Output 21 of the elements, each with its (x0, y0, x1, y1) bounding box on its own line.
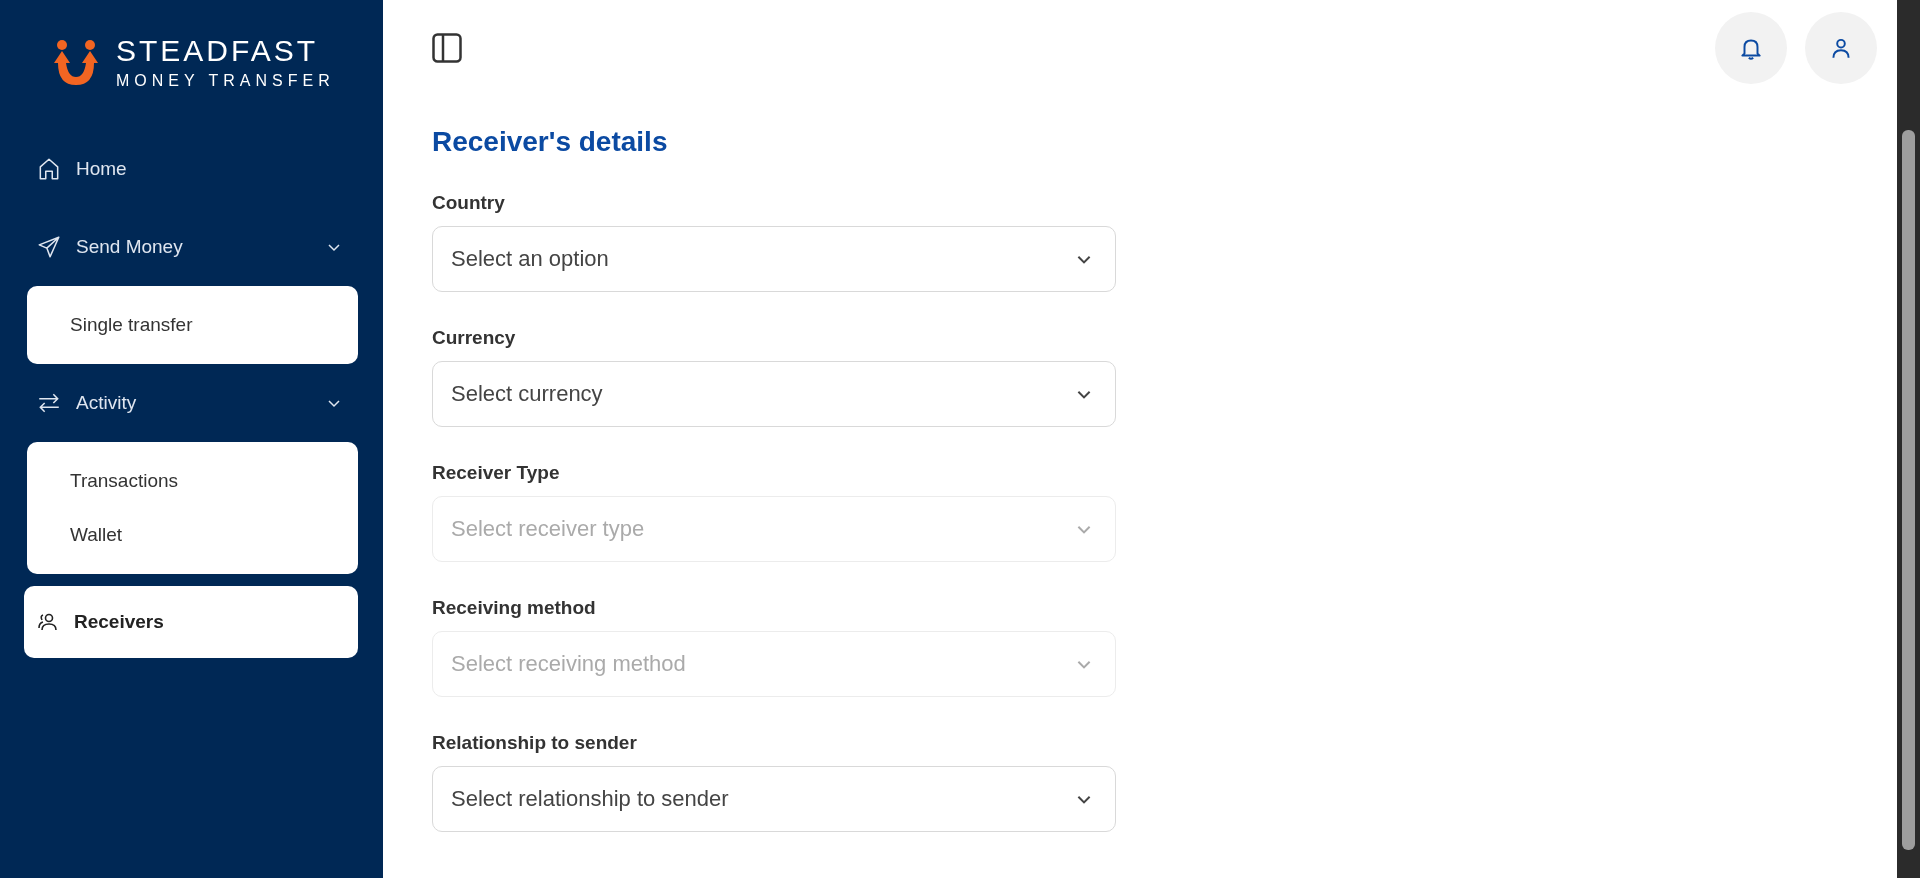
field-label: Country (432, 192, 506, 214)
field-label: Currency (432, 327, 517, 349)
form-title: Receiver's details (432, 126, 669, 158)
brand-name: STEADFAST (116, 35, 320, 67)
nav-item[interactable]: Home (24, 130, 358, 208)
sidebar-toggle-icon[interactable] (432, 33, 462, 63)
nav-item[interactable]: Receivers (24, 586, 358, 658)
submenu-item[interactable]: Transactions (27, 454, 358, 508)
select-field[interactable]: Select relationship to sender (432, 766, 1116, 832)
select-field[interactable]: Select an option (432, 226, 1116, 292)
field-label: Receiver Type (432, 462, 561, 484)
field-label: Receiving method (432, 597, 597, 619)
nav-item[interactable]: Send Money (24, 208, 358, 286)
brand-tagline: MONEY TRANSFER (116, 71, 335, 91)
select-field[interactable]: Select currency (432, 361, 1116, 427)
scrollbar[interactable] (1897, 0, 1920, 878)
field-label: Relationship to sender (432, 732, 638, 754)
submenu-item[interactable]: Single transfer (27, 298, 358, 352)
paper-plane-icon (36, 234, 62, 260)
nav-item[interactable]: Activity (24, 364, 358, 442)
submenu-item[interactable]: Wallet (27, 508, 358, 562)
